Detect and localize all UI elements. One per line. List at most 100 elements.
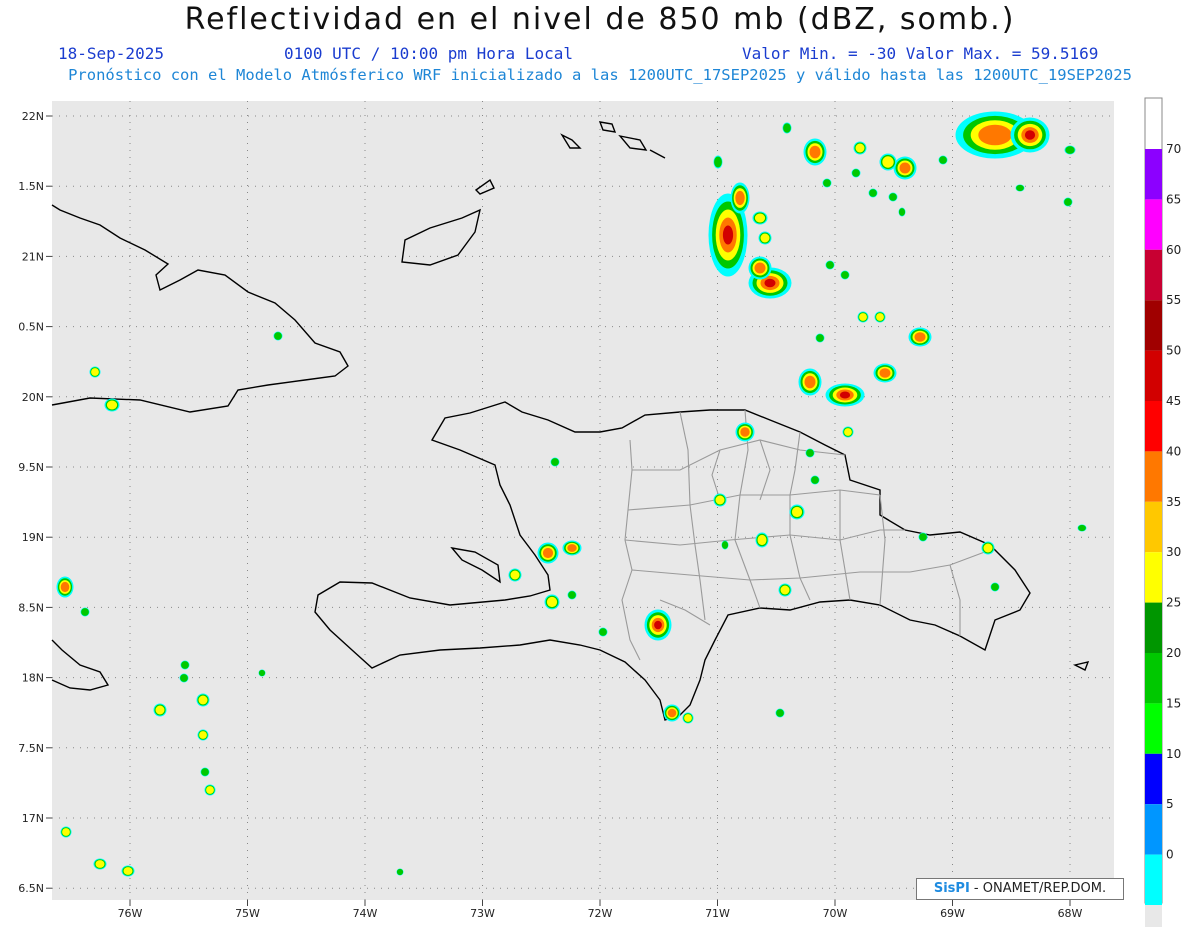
reflectivity-contour [181,661,189,669]
reflectivity-contour [839,391,851,399]
reflectivity-contour [551,458,559,466]
lat-label: 21N [22,250,44,263]
reflectivity-contour [95,860,105,868]
colorbar-tick-label: 20 [1166,646,1181,660]
reflectivity-contour [776,709,784,717]
reflectivity-contour [899,162,911,174]
reflectivity-contour [869,189,877,197]
colorbar-tick-label: 50 [1166,344,1181,358]
colorbar-bin [1145,602,1162,653]
colorbar-bin [1145,451,1162,502]
lat-label: 9.5N [18,461,44,474]
reflectivity-contour [546,596,558,608]
lat-label: 0.5N [18,321,44,334]
colorbar-bin [1145,653,1162,704]
reflectivity-contour [568,591,576,599]
lon-label: 76W [118,907,143,920]
reflectivity-contour [715,495,725,505]
reflectivity-contour [889,193,897,201]
reflectivity-contour [780,585,790,595]
lat-label: 1.5N [18,180,44,193]
reflectivity-contour [91,368,99,376]
colorbar-tick-label: 30 [1166,545,1181,559]
colorbar-bin [1145,753,1162,805]
reflectivity-contour [806,449,814,457]
lat-label: 22N [22,110,44,123]
colorbar-tick-label: 55 [1166,293,1181,307]
reflectivity-contour [852,169,860,177]
colorbar-bin [1145,199,1162,250]
reflectivity-contour [180,674,188,682]
reflectivity-contour [155,705,165,715]
sispi-logo: SisPI [933,881,970,896]
colorbar-tick-label: 40 [1166,444,1181,458]
lat-label: 6.5N [18,882,44,895]
reflectivity-contour [844,428,852,436]
reflectivity-contour [274,332,282,340]
reflectivity-contour [81,608,89,616]
reflectivity-contour [206,786,214,794]
lat-label: 8.5N [18,601,44,614]
reflectivity-contour [882,156,894,168]
colorbar-bin [1145,703,1162,754]
colorbar-bin [1145,905,1162,927]
reflectivity-contour [757,534,767,546]
reflectivity-contour [859,313,867,321]
lon-label: 75W [235,907,260,920]
lat-label: 7.5N [18,742,44,755]
reflectivity-contour [106,400,118,410]
reflectivity-contour [198,695,208,705]
reflectivity-contour [809,145,821,159]
colorbar-tick-label: 35 [1166,495,1181,509]
reflectivity-contour [823,179,831,187]
reflectivity-contour [898,208,906,216]
reflectivity-contour [791,506,803,518]
colorbar-tick-label: 0 [1166,848,1174,862]
colorbar-bin [1145,804,1162,855]
reflectivity-contour [735,190,745,206]
reflectivity-contour [60,581,70,593]
reflectivity-contour [542,547,554,559]
colorbar-bin [1145,249,1162,301]
lon-label: 74W [353,907,378,920]
reflectivity-contour [396,868,404,876]
colorbar-bin [1145,501,1162,553]
lon-label: 73W [470,907,495,920]
reflectivity-contour [816,334,824,342]
lon-label: 71W [705,907,730,920]
reflectivity-contour [201,768,209,776]
reflectivity-contour [754,262,766,274]
reflectivity-contour [722,225,734,245]
reflectivity-contour [667,708,677,718]
reflectivity-contour [1065,146,1075,154]
colorbar-tick-label: 5 [1166,797,1174,811]
reflectivity-contour [826,261,834,269]
colorbar: 7065605550454035302520151050 [1144,97,1181,927]
map-frame [52,101,1114,900]
reflectivity-contour [760,233,770,243]
lat-label: 17N [22,812,44,825]
reflectivity-contour [783,123,791,133]
colorbar-bin [1145,300,1162,351]
credit-text: - ONAMET/REP.DOM. [973,881,1107,896]
reflectivity-contour [654,620,662,630]
reflectivity-contour [754,213,766,223]
reflectivity-contour [811,476,819,484]
reflectivity-contour [991,583,999,591]
reflectivity-contour [764,278,776,288]
colorbar-tick-label: 60 [1166,243,1181,257]
lon-label: 68W [1058,907,1083,920]
reflectivity-contour [939,156,947,164]
colorbar-tick-label: 25 [1166,596,1181,610]
colorbar-tick-label: 45 [1166,394,1181,408]
lat-label: 18N [22,672,44,685]
reflectivity-contour [919,533,927,541]
colorbar-bin [1145,350,1162,401]
credit-box: SisPI - ONAMET/REP.DOM. [916,878,1124,900]
reflectivity-contour [510,570,520,580]
reflectivity-contour [804,375,816,389]
reflectivity-map: 22N 1.5N 21N 0.5N 20N 9.5N 19N 8.5N 18N 7.5N 17N 6.… [18,97,1181,927]
lon-label: 70W [823,907,848,920]
colorbar-bin [1145,149,1162,200]
reflectivity-contour [1064,198,1072,206]
